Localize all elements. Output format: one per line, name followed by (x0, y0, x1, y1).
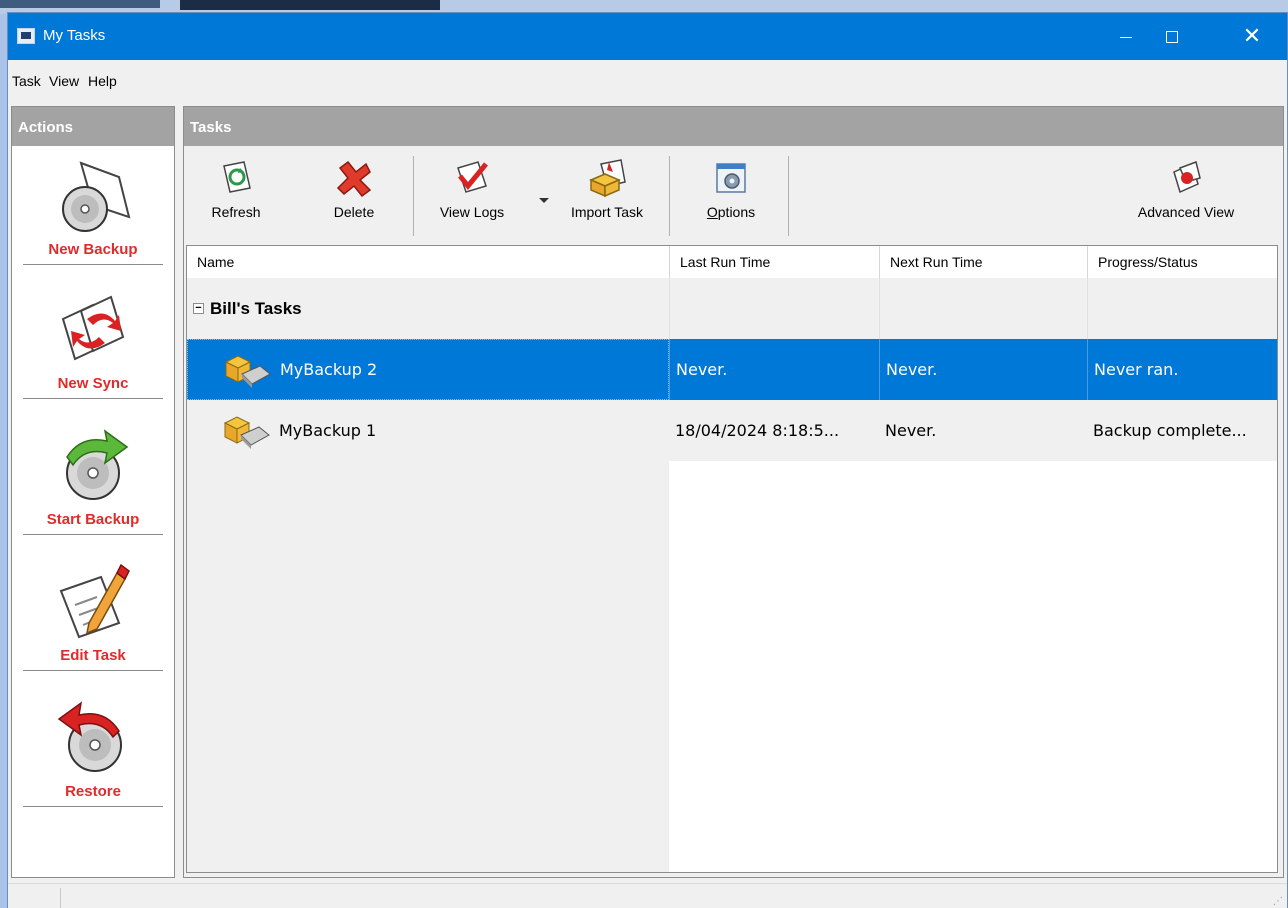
main-window: My Tasks ✕ Task View Help Actions New Ba… (7, 12, 1288, 908)
status-cell: Never ran. (1087, 339, 1277, 400)
column-header-last-run[interactable]: Last Run Time (669, 246, 879, 278)
menu-help[interactable]: Help (88, 73, 117, 89)
view-logs-icon (452, 158, 492, 198)
delete-icon (334, 158, 374, 198)
import-task-label: Import Task (570, 204, 644, 220)
restore-icon (53, 697, 133, 777)
new-backup-label: New Backup (48, 241, 138, 258)
column-header-name[interactable]: Name (187, 246, 669, 278)
options-label-text: Options (706, 204, 756, 220)
toolbar: Refresh Delete View Logs Import Task Opt… (184, 146, 1283, 238)
app-icon (17, 28, 35, 44)
table-row[interactable]: MyBackup 1 18/04/2024 8:18:5... Never. B… (187, 400, 1277, 461)
start-backup-action[interactable]: Start Backup (23, 425, 163, 535)
column-header-next-run[interactable]: Next Run Time (879, 246, 1087, 278)
backup-task-icon (224, 352, 272, 388)
view-logs-label: View Logs (439, 204, 505, 220)
new-sync-action[interactable]: New Sync (23, 289, 163, 399)
task-name: MyBackup 1 (279, 421, 377, 440)
maximize-icon (1166, 30, 1178, 43)
group-name: Bill's Tasks (210, 298, 302, 318)
task-name: MyBackup 2 (280, 360, 378, 379)
group-name-cell: − Bill's Tasks (187, 278, 669, 339)
refresh-icon (216, 158, 256, 198)
resize-grip-icon[interactable]: ⋰ (1273, 896, 1283, 907)
toolbar-separator (413, 156, 414, 236)
toolbar-separator (788, 156, 789, 236)
options-button[interactable]: Options (696, 158, 766, 220)
task-name-cell: MyBackup 1 (187, 400, 669, 461)
new-backup-icon (53, 155, 133, 235)
start-backup-label: Start Backup (46, 511, 140, 528)
view-logs-button[interactable]: View Logs (432, 158, 512, 220)
last-run-cell: 18/04/2024 8:18:5... (675, 421, 840, 440)
divider (23, 806, 163, 807)
toolbar-separator (669, 156, 670, 236)
backup-task-icon (223, 413, 271, 449)
edit-task-label: Edit Task (60, 647, 126, 664)
menu-view[interactable]: View (49, 73, 79, 89)
import-task-icon (587, 158, 627, 198)
new-backup-action[interactable]: New Backup (23, 155, 163, 265)
advanced-view-button[interactable]: Advanced View (1124, 158, 1248, 220)
divider (23, 264, 163, 265)
status-cell: Backup complete... (1093, 421, 1247, 440)
options-label: Options (696, 204, 766, 220)
divider (23, 534, 163, 535)
edit-task-icon (53, 561, 133, 641)
minimize-button[interactable] (1103, 13, 1149, 60)
refresh-button[interactable]: Refresh (206, 158, 266, 220)
collapse-icon[interactable]: − (193, 303, 204, 314)
task-grid: Name Last Run Time Next Run Time Progres… (186, 245, 1278, 873)
edit-task-action[interactable]: Edit Task (23, 561, 163, 671)
close-button[interactable]: ✕ (1229, 13, 1275, 60)
next-run-cell: Never. (879, 339, 1087, 400)
minimize-icon (1120, 37, 1132, 38)
window-title: My Tasks (43, 27, 106, 44)
new-sync-label: New Sync (57, 375, 129, 392)
menu-task[interactable]: Task (12, 73, 41, 89)
next-run-cell: Never. (885, 421, 937, 440)
restore-label: Restore (65, 783, 121, 800)
options-icon (711, 158, 751, 198)
divider (23, 398, 163, 399)
table-row[interactable]: MyBackup 2 Never. Never. Never ran. (187, 339, 1277, 400)
status-separator (60, 888, 61, 908)
refresh-label: Refresh (211, 204, 261, 220)
maximize-button[interactable] (1149, 13, 1195, 60)
grid-header: Name Last Run Time Next Run Time Progres… (187, 246, 1277, 278)
advanced-view-icon (1166, 158, 1206, 198)
delete-label: Delete (333, 204, 375, 220)
column-header-status[interactable]: Progress/Status (1087, 246, 1277, 278)
title-bar[interactable]: My Tasks ✕ (8, 13, 1287, 60)
start-backup-icon (53, 425, 133, 505)
actions-panel: Actions New Backup New Sync Start Backup… (11, 106, 175, 878)
task-name-cell: MyBackup 2 (187, 339, 669, 400)
restore-action[interactable]: Restore (23, 697, 163, 807)
close-icon: ✕ (1242, 23, 1262, 49)
tasks-panel: Tasks Refresh Delete View Logs Import Ta… (183, 106, 1284, 878)
last-run-cell: Never. (669, 339, 879, 400)
import-task-button[interactable]: Import Task (557, 158, 657, 220)
menu-bar: Task View Help (8, 60, 1287, 102)
divider (23, 670, 163, 671)
new-sync-icon (53, 289, 133, 369)
tasks-header: Tasks (184, 107, 1283, 146)
group-row[interactable]: − Bill's Tasks (187, 278, 1277, 339)
advanced-view-label: Advanced View (1137, 204, 1235, 220)
status-bar: ⋰ (8, 883, 1287, 908)
delete-button[interactable]: Delete (324, 158, 384, 220)
actions-header: Actions (12, 107, 174, 146)
view-logs-dropdown-arrow[interactable] (539, 198, 549, 203)
